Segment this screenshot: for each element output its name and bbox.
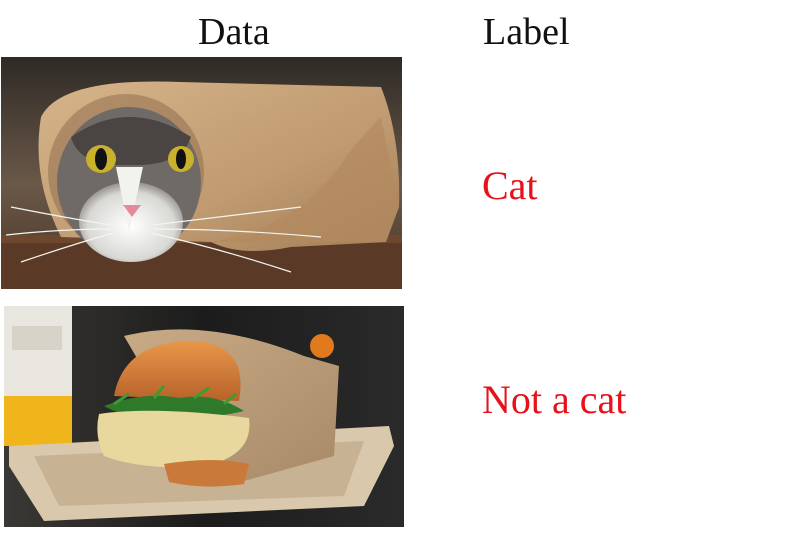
row-2-label: Not a cat bbox=[482, 377, 627, 422]
cat-in-paper-photo bbox=[1, 57, 402, 289]
data-column-header: Data bbox=[198, 11, 270, 53]
sandwich-in-paper-photo bbox=[4, 306, 404, 527]
row-1-label: Cat bbox=[482, 163, 538, 208]
label-column-header: Label bbox=[483, 11, 570, 53]
